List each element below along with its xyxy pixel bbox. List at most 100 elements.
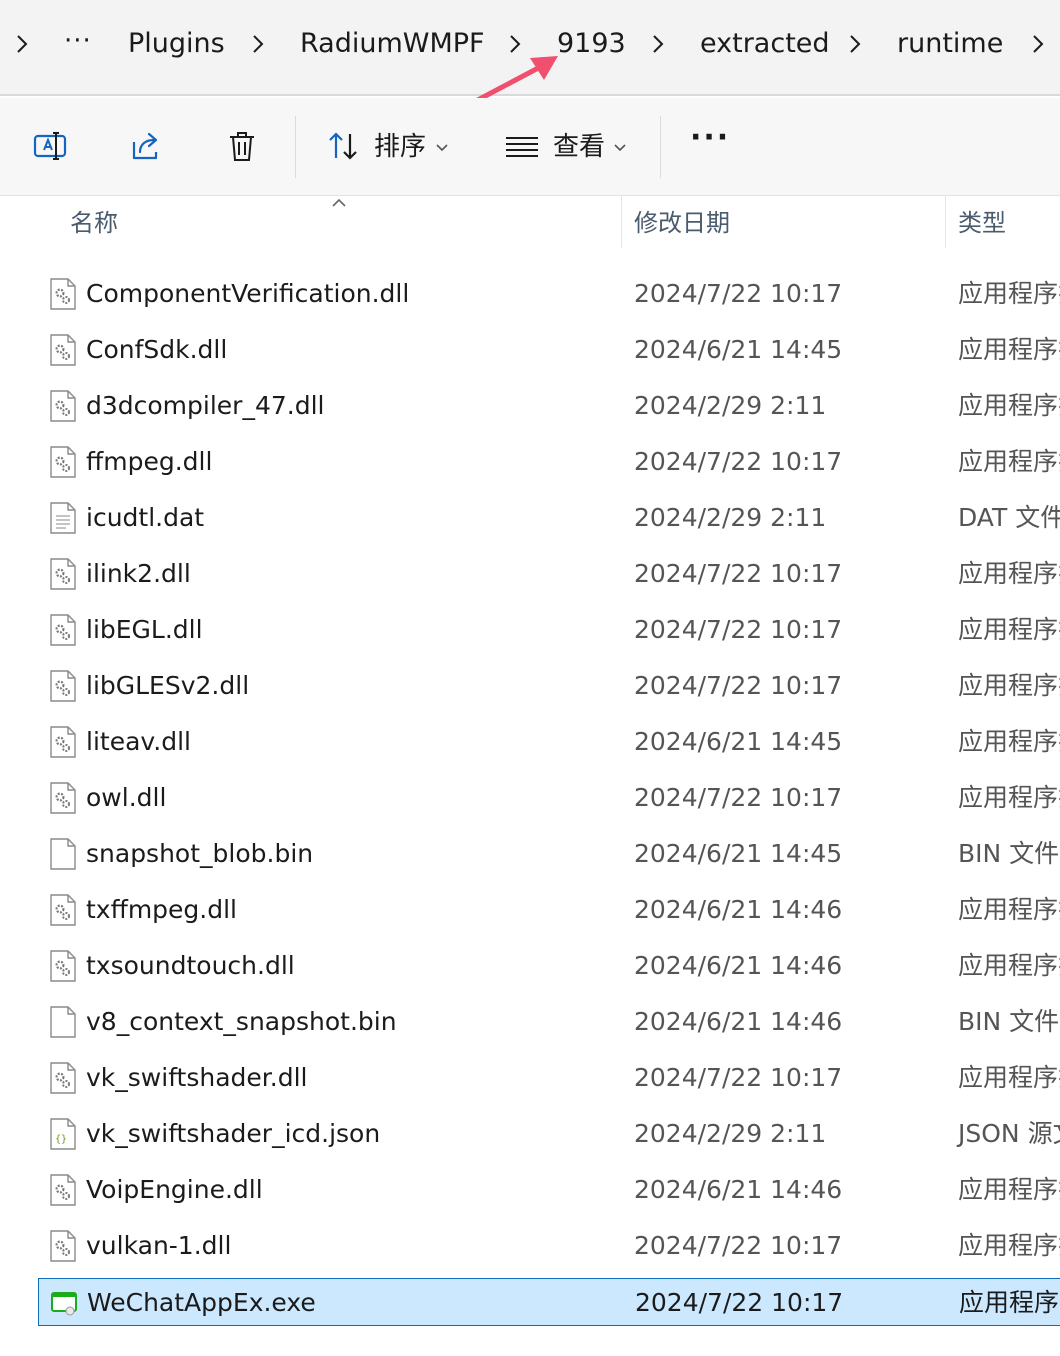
file-type: 应用程序扩展: [958, 783, 1060, 812]
file-type: 应用程序: [959, 1288, 1060, 1317]
dll-file-icon: [50, 446, 76, 478]
breadcrumb-item-plugins[interactable]: Plugins: [128, 26, 225, 62]
file-name: txffmpeg.dll: [86, 895, 238, 924]
file-modified-date: 2024/6/21 14:45: [634, 839, 843, 868]
file-row[interactable]: liteav.dll 2024/6/21 14:45 应用程序扩展: [38, 718, 1060, 766]
dll-file-icon: [50, 894, 76, 926]
file-row[interactable]: libGLESv2.dll 2024/7/22 10:17 应用程序扩展: [38, 662, 1060, 710]
share-icon[interactable]: [128, 128, 164, 164]
file-name: ffmpeg.dll: [86, 447, 213, 476]
dll-file-icon: [50, 1062, 76, 1094]
chevron-right-icon[interactable]: [503, 32, 527, 56]
column-divider[interactable]: [945, 196, 946, 248]
blank-file-icon: [50, 838, 76, 870]
address-bar[interactable]: ··· Plugins RadiumWMPF 9193 extracted ru…: [0, 0, 1060, 96]
delete-icon[interactable]: [224, 128, 260, 164]
file-name: d3dcompiler_47.dll: [86, 391, 325, 420]
file-type: BIN 文件: [958, 839, 1060, 868]
file-type: 应用程序扩展: [958, 1175, 1060, 1204]
file-type: BIN 文件: [958, 1007, 1060, 1036]
file-row[interactable]: vulkan-1.dll 2024/7/22 10:17 应用程序扩展: [38, 1222, 1060, 1270]
file-name: vk_swiftshader_icd.json: [86, 1119, 381, 1148]
chevron-down-icon[interactable]: [435, 140, 449, 154]
file-row[interactable]: v8_context_snapshot.bin 2024/6/21 14:46 BI…: [38, 998, 1060, 1046]
file-name: VoipEngine.dll: [86, 1175, 263, 1204]
file-row[interactable]: ConfSdk.dll 2024/6/21 14:45 应用程序扩展: [38, 326, 1060, 374]
file-name: v8_context_snapshot.bin: [86, 1007, 397, 1036]
file-name: liteav.dll: [86, 727, 191, 756]
toolbar-separator: [295, 116, 296, 178]
file-name: ComponentVerification.dll: [86, 279, 410, 308]
chevron-right-icon[interactable]: [246, 32, 270, 56]
exe-file-icon: [51, 1287, 77, 1319]
file-name: vk_swiftshader.dll: [86, 1063, 308, 1092]
file-modified-date: 2024/6/21 14:46: [634, 895, 843, 924]
file-row[interactable]: ffmpeg.dll 2024/7/22 10:17 应用程序扩展: [38, 438, 1060, 486]
file-row[interactable]: {} vk_swiftshader_icd.json 2024/2/29 2:11 J…: [38, 1110, 1060, 1158]
file-modified-date: 2024/2/29 2:11: [634, 503, 827, 532]
file-modified-date: 2024/7/22 10:17: [634, 1231, 843, 1260]
file-row[interactable]: txsoundtouch.dll 2024/6/21 14:46 应用程序扩展: [38, 942, 1060, 990]
dll-file-icon: [50, 1230, 76, 1262]
column-header-date[interactable]: 修改日期: [634, 208, 730, 238]
file-row[interactable]: snapshot_blob.bin 2024/6/21 14:45 BIN 文件: [38, 830, 1060, 878]
file-type: 应用程序扩展: [958, 335, 1060, 364]
column-header-name[interactable]: 名称: [70, 208, 118, 238]
dll-file-icon: [50, 390, 76, 422]
file-row[interactable]: libEGL.dll 2024/7/22 10:17 应用程序扩展: [38, 606, 1060, 654]
dll-file-icon: [50, 726, 76, 758]
svg-text:{}: {}: [55, 1134, 67, 1145]
sort-button[interactable]: 排序: [374, 131, 426, 163]
breadcrumb-item-9193[interactable]: 9193: [557, 26, 626, 62]
file-row[interactable]: owl.dll 2024/7/22 10:17 应用程序扩展: [38, 774, 1060, 822]
breadcrumb-overflow-button[interactable]: ···: [64, 26, 92, 56]
chevron-right-icon[interactable]: [646, 32, 670, 56]
chevron-down-icon[interactable]: [613, 140, 627, 154]
file-row[interactable]: txffmpeg.dll 2024/6/21 14:46 应用程序扩展: [38, 886, 1060, 934]
file-row[interactable]: icudtl.dat 2024/2/29 2:11 DAT 文件: [38, 494, 1060, 542]
breadcrumb-item-runtime[interactable]: runtime: [897, 26, 1003, 62]
text-file-icon: [50, 502, 76, 534]
file-name: libGLESv2.dll: [86, 671, 250, 700]
file-type: 应用程序扩展: [958, 447, 1060, 476]
column-header-type[interactable]: 类型: [958, 208, 1006, 238]
file-type: 应用程序扩展: [958, 727, 1060, 756]
file-name: WeChatAppEx.exe: [87, 1288, 316, 1317]
file-name: snapshot_blob.bin: [86, 839, 314, 868]
column-divider[interactable]: [621, 196, 622, 248]
file-row[interactable]: ilink2.dll 2024/7/22 10:17 应用程序扩展: [38, 550, 1060, 598]
file-type: 应用程序扩展: [958, 951, 1060, 980]
view-button[interactable]: 查看: [553, 131, 605, 163]
file-modified-date: 2024/2/29 2:11: [634, 1119, 827, 1148]
chevron-right-icon[interactable]: [10, 32, 34, 56]
file-row[interactable]: ComponentVerification.dll 2024/7/22 10:17…: [38, 270, 1060, 318]
file-row-selected[interactable]: WeChatAppEx.exe 2024/7/22 10:17 应用程序: [38, 1278, 1060, 1326]
breadcrumb-item-extracted[interactable]: extracted: [700, 26, 830, 62]
file-type: 应用程序扩展: [958, 895, 1060, 924]
file-row[interactable]: vk_swiftshader.dll 2024/7/22 10:17 应用程序扩展: [38, 1054, 1060, 1102]
file-type: 应用程序扩展: [958, 1063, 1060, 1092]
rename-icon[interactable]: [32, 128, 68, 164]
file-type: 应用程序扩展: [958, 671, 1060, 700]
more-options-button[interactable]: ···: [690, 123, 730, 153]
file-modified-date: 2024/7/22 10:17: [634, 783, 843, 812]
dll-file-icon: [50, 614, 76, 646]
toolbar-separator: [660, 116, 661, 178]
chevron-right-icon[interactable]: [843, 32, 867, 56]
file-modified-date: 2024/6/21 14:46: [634, 1175, 843, 1204]
file-modified-date: 2024/6/21 14:46: [634, 951, 843, 980]
sort-icon[interactable]: [326, 128, 362, 164]
chevron-right-icon[interactable]: [1026, 32, 1050, 56]
file-type: 应用程序扩展: [958, 615, 1060, 644]
view-icon[interactable]: [504, 128, 540, 164]
file-row[interactable]: d3dcompiler_47.dll 2024/2/29 2:11 应用程序扩展: [38, 382, 1060, 430]
dll-file-icon: [50, 1174, 76, 1206]
file-name: ilink2.dll: [86, 559, 191, 588]
breadcrumb-item-radiumwmpf[interactable]: RadiumWMPF: [300, 26, 485, 62]
file-row[interactable]: VoipEngine.dll 2024/6/21 14:46 应用程序扩展: [38, 1166, 1060, 1214]
file-type: 应用程序扩展: [958, 279, 1060, 308]
json-file-icon: {}: [50, 1118, 76, 1150]
file-modified-date: 2024/7/22 10:17: [635, 1288, 844, 1317]
dll-file-icon: [50, 558, 76, 590]
file-name: icudtl.dat: [86, 503, 205, 532]
